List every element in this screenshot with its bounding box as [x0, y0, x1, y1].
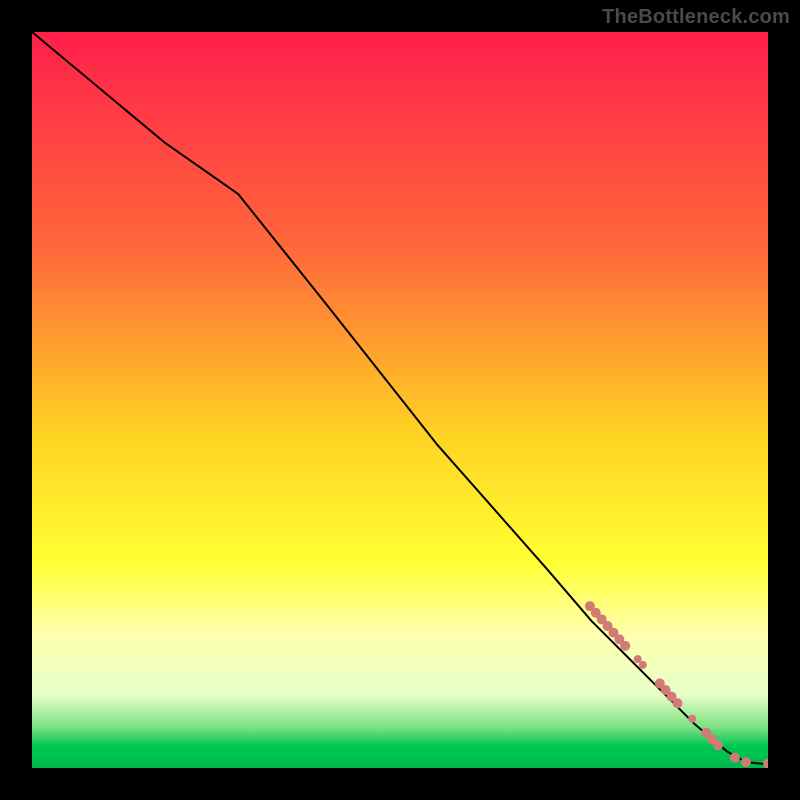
data-marker — [741, 757, 751, 767]
data-marker — [688, 715, 696, 723]
data-marker — [672, 698, 682, 708]
data-marker — [713, 740, 723, 750]
data-marker — [639, 661, 647, 669]
plot-background — [32, 32, 768, 768]
attribution-label: TheBottleneck.com — [602, 6, 790, 29]
chart-stage: TheBottleneck.com — [0, 0, 800, 800]
data-marker — [730, 753, 740, 763]
data-marker — [620, 641, 630, 651]
chart-plot — [32, 32, 768, 768]
